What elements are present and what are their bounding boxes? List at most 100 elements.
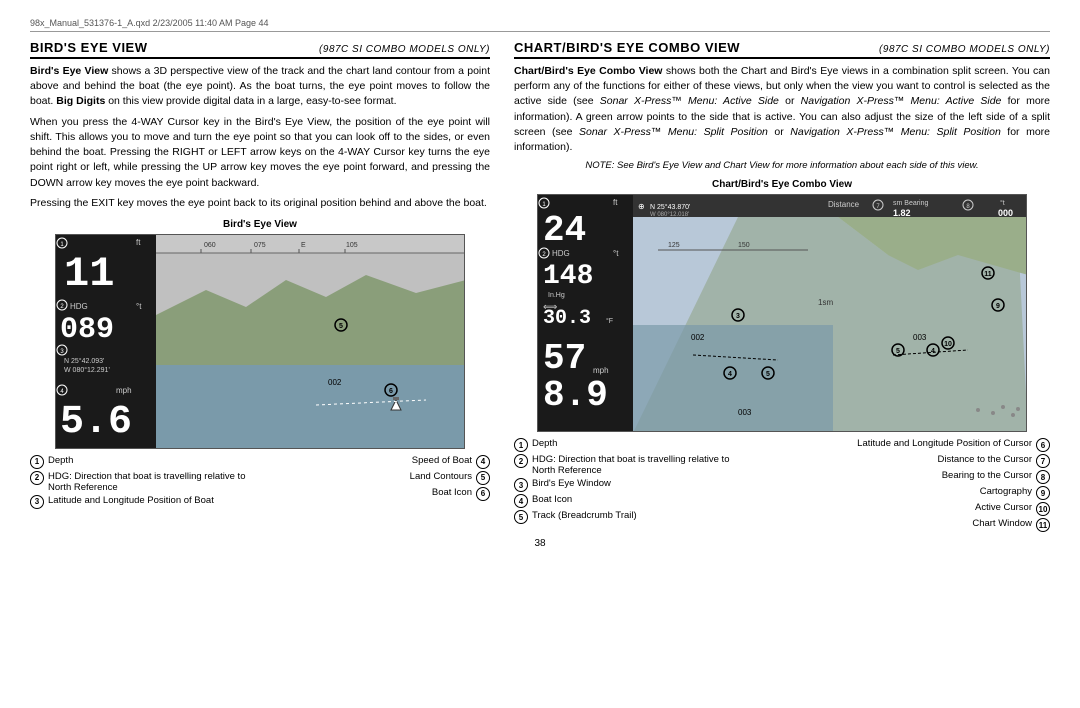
svg-text:9: 9 (996, 303, 1000, 310)
combo-badge-4: 4 (514, 494, 528, 508)
svg-text:°t: °t (1000, 199, 1005, 207)
combo-badge-8: 8 (1036, 470, 1050, 484)
svg-text:3: 3 (736, 313, 740, 320)
legend-item-5: Land Contours 5 (264, 471, 490, 485)
svg-text:W 080°12.018': W 080°12.018' (650, 212, 689, 218)
legend-text-4: Speed of Boat (412, 455, 472, 466)
svg-text:HDG: HDG (70, 302, 88, 311)
svg-text:125: 125 (668, 242, 680, 249)
svg-text:1.82: 1.82 (893, 208, 911, 218)
bev-diagram-container: Bird's Eye View 060 075 E (30, 219, 490, 449)
combo-badge-3: 3 (514, 478, 528, 492)
bev-para3: Pressing the EXIT key moves the eye poin… (30, 196, 490, 211)
combo-diagram-container: Chart/Bird's Eye Combo View 1 ft 24 (514, 179, 1050, 432)
bev-title: BIRD'S EYE VIEW (30, 40, 148, 55)
svg-text:Distance: Distance (828, 200, 860, 209)
svg-text:002: 002 (328, 378, 342, 387)
bev-diagram-title: Bird's Eye View (30, 219, 490, 230)
bev-legend-right: Speed of Boat 4 Land Contours 5 Boat Ico… (264, 455, 490, 511)
legend-item-6: Boat Icon 6 (264, 487, 490, 501)
combo-legend-item-4: 4 Boat Icon (514, 494, 778, 508)
svg-text:N 25°42.093': N 25°42.093' (64, 357, 104, 365)
combo-legend-item-3: 3 Bird's Eye Window (514, 478, 778, 492)
svg-text:075: 075 (254, 242, 266, 249)
svg-text:HDG: HDG (552, 249, 570, 258)
svg-text:N 25°43.870': N 25°43.870' (650, 203, 690, 211)
combo-legend-item-1: 1 Depth (514, 438, 778, 452)
legend-badge-4: 4 (476, 455, 490, 469)
combo-legend-right: Latitude and Longitude Position of Curso… (786, 438, 1050, 534)
bev-section-title: BIRD'S EYE VIEW (987c SI Combo models on… (30, 40, 490, 59)
combo-legend-item-7: Distance to the Cursor 7 (786, 454, 1050, 468)
svg-text:089: 089 (60, 313, 114, 347)
svg-text:002: 002 (691, 333, 705, 342)
combo-subtitle: (987c SI Combo models only) (879, 44, 1050, 55)
combo-badge-7: 7 (1036, 454, 1050, 468)
legend-item-3: 3 Latitude and Longitude Position of Boa… (30, 495, 256, 509)
combo-legend-left: 1 Depth 2 HDG: Direction that boat is tr… (514, 438, 778, 534)
combo-legend-text-10: Active Cursor (975, 502, 1032, 513)
svg-text:mph: mph (593, 366, 609, 375)
combo-legend-item-8: Bearing to the Cursor 8 (786, 470, 1050, 484)
combo-legend-text-4: Boat Icon (532, 494, 572, 505)
legend-item-2: 2 HDG: Direction that boat is travelling… (30, 471, 256, 493)
legend-badge-1: 1 (30, 455, 44, 469)
combo-legend-item-6: Latitude and Longitude Position of Curso… (786, 438, 1050, 452)
page-header: 98x_Manual_531376-1_A.qxd 2/23/2005 11:4… (30, 18, 1050, 32)
svg-text:150: 150 (738, 242, 750, 249)
svg-text:sm Bearing: sm Bearing (893, 200, 929, 207)
bev-para2: When you press the 4-WAY Cursor key in t… (30, 115, 490, 191)
svg-text:57: 57 (543, 338, 586, 379)
legend-text-3: Latitude and Longitude Position of Boat (48, 495, 214, 506)
svg-text:000: 000 (998, 208, 1013, 218)
bev-subtitle: (987c SI Combo models only) (319, 44, 490, 55)
svg-text:°F: °F (606, 317, 613, 325)
combo-legend-text-3: Bird's Eye Window (532, 478, 611, 489)
svg-text:11: 11 (64, 250, 114, 298)
legend-text-6: Boat Icon (432, 487, 472, 498)
combo-legend-item-2: 2 HDG: Direction that boat is travelling… (514, 454, 778, 476)
svg-text:W 080°12.291': W 080°12.291' (64, 366, 110, 374)
legend-text-5: Land Contours (410, 471, 472, 482)
bev-para1: Bird's Eye View shows a 3D perspective v… (30, 64, 490, 110)
legend-badge-2: 2 (30, 471, 44, 485)
svg-text:5: 5 (766, 371, 770, 378)
combo-badge-1: 1 (514, 438, 528, 452)
combo-diagram-title: Chart/Bird's Eye Combo View (514, 179, 1050, 190)
svg-text:105: 105 (346, 242, 358, 249)
svg-text:1sm: 1sm (818, 298, 833, 307)
combo-diagram-svg: 1 ft 24 2 HDG °t 148 In.Hg ⟺ 30 (537, 194, 1027, 432)
svg-text:4: 4 (728, 371, 732, 378)
svg-text:6: 6 (389, 388, 393, 395)
svg-text:⊕: ⊕ (638, 202, 645, 211)
combo-legend-item-5: 5 Track (Breadcrumb Trail) (514, 510, 778, 524)
legend-badge-3: 3 (30, 495, 44, 509)
combo-legend-text-2: HDG: Direction that boat is travelling r… (532, 454, 729, 476)
svg-text:060: 060 (204, 242, 216, 249)
page-number: 38 (30, 538, 1050, 549)
svg-text:°t: °t (613, 249, 619, 258)
svg-text:003: 003 (913, 333, 927, 342)
combo-legend-item-11: Chart Window 11 (786, 518, 1050, 532)
svg-text:5: 5 (896, 348, 900, 355)
svg-text:In.Hg: In.Hg (548, 292, 565, 299)
combo-badge-10: 10 (1036, 502, 1050, 516)
combo-legend-text-11: Chart Window (972, 518, 1032, 529)
svg-text:003: 003 (738, 408, 752, 417)
svg-text:30.3: 30.3 (543, 307, 591, 330)
combo-legend-item-10: Active Cursor 10 (786, 502, 1050, 516)
svg-text:11: 11 (984, 271, 992, 278)
combo-legend-text-6: Latitude and Longitude Position of Curso… (857, 438, 1032, 449)
svg-text:148: 148 (543, 261, 593, 292)
svg-text:8.9: 8.9 (543, 375, 608, 416)
svg-text:ft: ft (613, 198, 618, 207)
combo-legend-text-5: Track (Breadcrumb Trail) (532, 510, 637, 521)
page: 98x_Manual_531376-1_A.qxd 2/23/2005 11:4… (0, 0, 1080, 708)
svg-text:5.6: 5.6 (60, 400, 132, 445)
legend-item-4: Speed of Boat 4 (264, 455, 490, 469)
combo-badge-9: 9 (1036, 486, 1050, 500)
combo-legend-text-7: Distance to the Cursor (937, 454, 1032, 465)
combo-legend-item-9: Cartography 9 (786, 486, 1050, 500)
combo-badge-11: 11 (1036, 518, 1050, 532)
combo-badge-5: 5 (514, 510, 528, 524)
